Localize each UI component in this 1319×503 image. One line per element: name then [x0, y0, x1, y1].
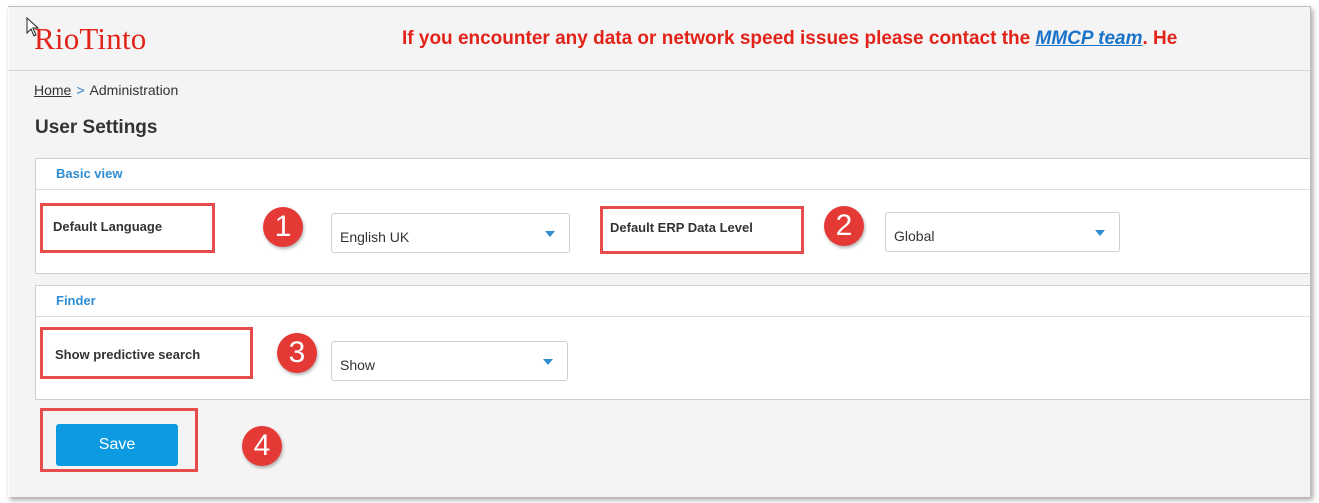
breadcrumb-home-link[interactable]: Home [34, 82, 71, 98]
annotation-badge-2: 2 [824, 206, 864, 246]
chevron-down-icon [1095, 230, 1105, 236]
predictive-search-select[interactable]: Show [331, 341, 568, 381]
banner-text: If you encounter any data or network spe… [402, 28, 1036, 49]
save-button[interactable]: Save [56, 424, 178, 466]
default-erp-select[interactable]: Global [885, 212, 1120, 252]
header-divider [8, 70, 1310, 71]
left-edge [8, 7, 9, 497]
breadcrumb-current: Administration [89, 82, 179, 98]
annotation-box-3 [40, 327, 253, 379]
banner-text-suffix: . He [1142, 28, 1178, 49]
default-erp-value: Global [894, 228, 935, 244]
finder-header: Finder [36, 286, 1310, 317]
breadcrumb: Home > Administration [34, 82, 178, 98]
app-page: RioTinto If you encounter any data or ne… [8, 6, 1311, 497]
basic-view-title: Basic view [56, 166, 123, 181]
annotation-box-2 [600, 206, 804, 254]
page-title: User Settings [35, 117, 158, 138]
finder-title: Finder [56, 293, 96, 308]
mmcp-team-link[interactable]: MMCP team [1036, 28, 1143, 49]
annotation-box-1 [40, 203, 215, 253]
basic-view-header: Basic view [36, 159, 1310, 190]
predictive-search-value: Show [340, 357, 376, 373]
chevron-down-icon [545, 231, 555, 237]
rio-tinto-logo[interactable]: RioTinto [34, 21, 146, 57]
annotation-badge-4: 4 [242, 426, 282, 466]
default-language-select[interactable]: English UK [331, 213, 570, 253]
chevron-right-icon: > [76, 82, 85, 98]
network-issues-banner: If you encounter any data or network spe… [402, 28, 1177, 50]
default-language-value: English UK [340, 229, 410, 245]
chevron-down-icon [543, 359, 553, 365]
annotation-badge-3: 3 [277, 333, 317, 373]
annotation-badge-1: 1 [263, 207, 303, 247]
